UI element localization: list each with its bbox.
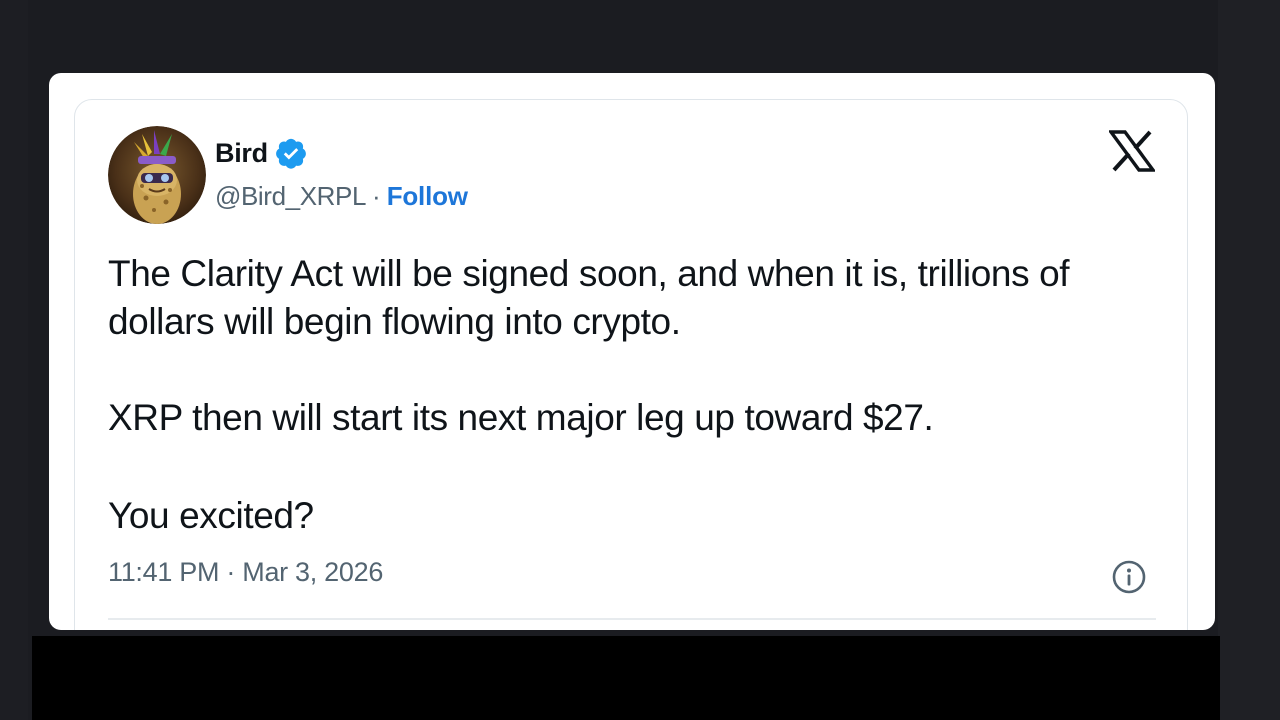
divider [108,618,1156,620]
background-right-edge [1218,0,1280,720]
tweet-timestamp[interactable]: 11:41 PM · Mar 3, 2026 [108,557,383,588]
avatar-image [108,126,206,224]
display-name[interactable]: Bird [215,138,268,169]
follow-button[interactable]: Follow [387,181,468,212]
tweet-embed: Bird @Bird_XRPL · Follow The Clarity Act… [74,99,1188,630]
separator-dot: · [372,180,381,211]
author-name-row: Bird [215,133,308,173]
info-icon[interactable] [1111,559,1147,595]
x-logo-icon[interactable] [1107,130,1157,172]
tweet-paragraph-1: The Clarity Act will be signed soon, and… [108,253,1070,342]
bottom-black-bar [32,636,1220,720]
tweet-paragraph-2: XRP then will start its next major leg u… [108,397,934,438]
tweet-text: The Clarity Act will be signed soon, and… [108,250,1168,540]
tweet-paragraph-3: You excited? [108,495,314,536]
screenshot-card: Bird @Bird_XRPL · Follow The Clarity Act… [49,73,1215,630]
user-handle[interactable]: @Bird_XRPL [215,181,366,212]
avatar[interactable] [108,126,206,224]
background-left-edge [0,0,28,720]
verified-badge-icon [274,136,308,170]
handle-row: @Bird_XRPL · Follow [215,178,468,214]
